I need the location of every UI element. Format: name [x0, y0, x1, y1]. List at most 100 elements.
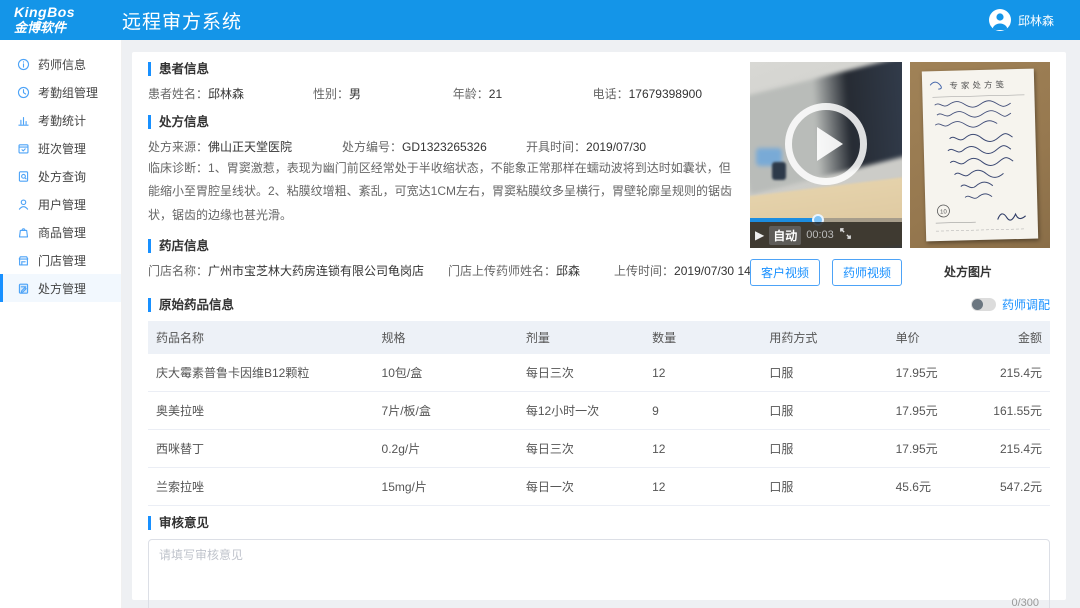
- app-title: 远程审方系统: [122, 7, 242, 34]
- table-row: 西咪替丁 0.2g/片 每日三次 12 口服 17.95元 215.4元: [148, 430, 1050, 468]
- rx-number-value: GD1323265326: [402, 140, 487, 154]
- diagnosis-text: 1、胃窦激惹，表现为幽门前区经常处于半收缩状态，不能象正常那样在蠕动波将到达时如…: [148, 161, 732, 222]
- gender-value: 男: [349, 87, 361, 101]
- cell-usage: 口服: [761, 468, 887, 506]
- cell-amount: 161.55元: [969, 392, 1050, 430]
- cell-drug-name: 庆大霉素普鲁卡因维B12颗粒: [148, 354, 374, 392]
- rx-number-label: 处方编号：: [342, 140, 402, 154]
- user-icon: [17, 198, 30, 211]
- sidebar-item-label: 考勤统计: [38, 112, 86, 129]
- sidebar-item-prescription-mgmt[interactable]: 处方管理: [0, 274, 121, 302]
- toggle-switch-icon[interactable]: [971, 298, 996, 311]
- bag-icon: [17, 226, 30, 239]
- sidebar-item-label: 班次管理: [38, 140, 86, 157]
- sidebar-nav: 药师信息 考勤组管理 考勤统计 班次管理 处方查询 用户管理 商品管理 门店管: [0, 40, 122, 608]
- drugs-table-header: 药品名称 规格 剂量 数量 用药方式 单价 金额: [148, 321, 1050, 354]
- upload-pharmacist-label: 门店上传药师姓名：: [448, 264, 556, 278]
- cell-usage: 口服: [761, 354, 887, 392]
- patient-name-value: 邱林森: [208, 87, 244, 101]
- rx-date-value: 2019/07/30: [586, 140, 646, 154]
- diagnosis-label: 临床诊断：: [148, 161, 208, 175]
- customer-video-button[interactable]: 客户视频: [750, 259, 820, 286]
- col-qty: 数量: [644, 321, 761, 354]
- store-name-value: 广州市宝芝林大药房连锁有限公司龟岗店: [208, 264, 424, 278]
- col-drug-name: 药品名称: [148, 321, 374, 354]
- review-comment-box: 0/300: [148, 539, 1050, 608]
- prescription-photo[interactable]: 专家处方笺: [910, 62, 1050, 248]
- table-row: 兰索拉唑 15mg/片 每日一次 12 口服 45.6元 547.2元: [148, 468, 1050, 506]
- sidebar-item-user-mgmt[interactable]: 用户管理: [0, 190, 121, 218]
- store-icon: [17, 254, 30, 267]
- review-comment-input[interactable]: [159, 546, 1039, 596]
- cell-drug-name: 兰索拉唑: [148, 468, 374, 506]
- prescription-review-card: 患者信息 患者姓名：邱林森 性别：男 年龄：21 电话：17679398900 …: [132, 52, 1066, 600]
- store-section-title: 药店信息: [148, 239, 736, 253]
- sidebar-item-prescription-query[interactable]: 处方查询: [0, 162, 121, 190]
- cell-dose: 每日三次: [518, 354, 644, 392]
- cell-unit-price: 17.95元: [888, 354, 969, 392]
- cell-dose: 每12小时一次: [518, 392, 644, 430]
- cell-spec: 0.2g/片: [374, 430, 518, 468]
- sidebar-item-attendance-group[interactable]: 考勤组管理: [0, 78, 121, 106]
- sidebar-item-label: 药师信息: [38, 56, 86, 73]
- brand-logo-line1: KingBos: [14, 5, 108, 20]
- play-control-icon[interactable]: ▶: [755, 228, 764, 242]
- store-fields: 门店名称：广州市宝芝林大药房连锁有限公司龟岗店 门店上传药师姓名：邱森 上传时间…: [148, 262, 736, 279]
- store-name-label: 门店名称：: [148, 264, 208, 278]
- patient-fields: 患者姓名：邱林森 性别：男 年龄：21 电话：17679398900: [148, 85, 736, 102]
- cell-drug-name: 西咪替丁: [148, 430, 374, 468]
- cell-spec: 7片/板/盒: [374, 392, 518, 430]
- doc-search-icon: [17, 170, 30, 183]
- cell-unit-price: 17.95元: [888, 430, 969, 468]
- bar-chart-icon: [17, 114, 30, 127]
- sidebar-item-store-mgmt[interactable]: 门店管理: [0, 246, 121, 274]
- sidebar-item-product-mgmt[interactable]: 商品管理: [0, 218, 121, 246]
- app-header: KingBos 金博软件 远程审方系统 邱林森: [0, 0, 1080, 40]
- user-menu[interactable]: 邱林森: [989, 9, 1054, 31]
- col-amount: 金额: [969, 321, 1050, 354]
- brand-logo-line2: 金博软件: [14, 21, 108, 35]
- sidebar-item-attendance-stats[interactable]: 考勤统计: [0, 106, 121, 134]
- cell-amount: 215.4元: [969, 354, 1050, 392]
- user-name: 邱林森: [1018, 12, 1054, 29]
- sidebar-item-pharmacist-info[interactable]: 药师信息: [0, 50, 121, 78]
- pharmacist-video-button[interactable]: 药师视频: [832, 259, 902, 286]
- sidebar-item-label: 商品管理: [38, 224, 86, 241]
- cell-qty: 9: [644, 392, 761, 430]
- prescription-paper: 专家处方笺: [922, 69, 1038, 242]
- cell-dose: 每日一次: [518, 468, 644, 506]
- pharmacist-dispense-toggle[interactable]: 药师调配: [971, 296, 1050, 313]
- char-counter: 0/300: [1011, 597, 1039, 608]
- sidebar-item-label: 处方管理: [38, 280, 86, 297]
- sidebar-item-label: 门店管理: [38, 252, 86, 269]
- cell-spec: 10包/盒: [374, 354, 518, 392]
- cell-unit-price: 45.6元: [888, 468, 969, 506]
- play-icon[interactable]: [785, 103, 867, 185]
- col-unit-price: 单价: [888, 321, 969, 354]
- age-value: 21: [489, 87, 502, 101]
- toggle-label: 药师调配: [1002, 296, 1050, 313]
- cell-qty: 12: [644, 430, 761, 468]
- customer-video-player[interactable]: ▶ 自动 00:03: [750, 62, 902, 248]
- cell-drug-name: 奥美拉唑: [148, 392, 374, 430]
- rx-source-label: 处方来源：: [148, 140, 208, 154]
- cell-usage: 口服: [761, 392, 887, 430]
- cell-amount: 547.2元: [969, 468, 1050, 506]
- sidebar-item-shift-mgmt[interactable]: 班次管理: [0, 134, 121, 162]
- phone-label: 电话：: [593, 87, 629, 101]
- prescription-image-caption: 处方图片: [898, 263, 1038, 280]
- upload-time-label: 上传时间：: [614, 264, 674, 278]
- sidebar-item-label: 处方查询: [38, 168, 86, 185]
- col-usage: 用药方式: [761, 321, 887, 354]
- video-controls: ▶ 自动 00:03: [750, 222, 902, 248]
- rx-date-label: 开具时间：: [526, 140, 586, 154]
- patient-section-title: 患者信息: [148, 62, 736, 76]
- review-section-title: 审核意见: [148, 516, 1050, 530]
- clock-icon: [17, 86, 30, 99]
- table-row: 庆大霉素普鲁卡因维B12颗粒 10包/盒 每日三次 12 口服 17.95元 2…: [148, 354, 1050, 392]
- rx-source-value: 佛山正天堂医院: [208, 140, 292, 154]
- auto-quality-badge[interactable]: 自动: [769, 226, 801, 245]
- fullscreen-icon[interactable]: [839, 227, 852, 243]
- prescription-icon: [17, 282, 30, 295]
- prescription-fields: 处方来源：佛山正天堂医院 处方编号：GD1323265326 开具时间：2019…: [148, 138, 736, 155]
